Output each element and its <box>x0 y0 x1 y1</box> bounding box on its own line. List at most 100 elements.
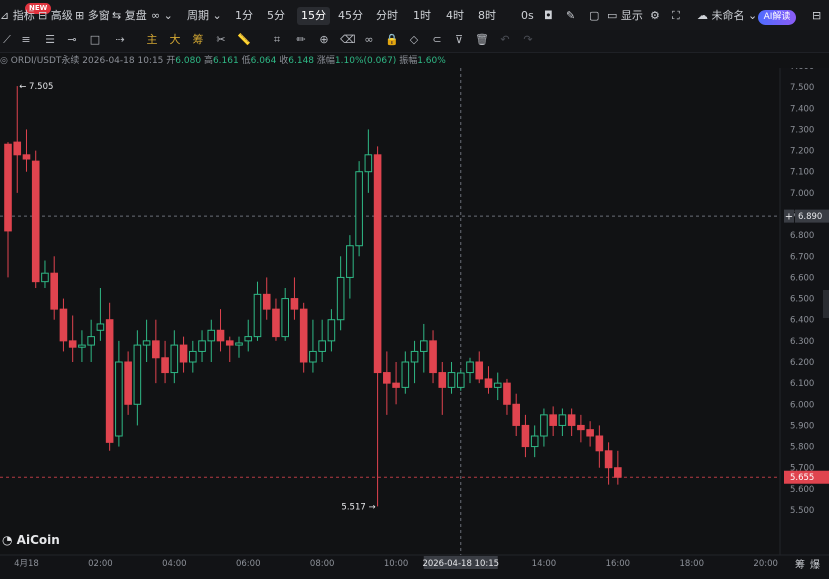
panel-toggle-icon[interactable]: ⊟ <box>812 8 821 24</box>
candlestick-chart[interactable]: 7.6007.5007.4007.3007.2007.1007.0006.900… <box>0 68 829 579</box>
undo-icon[interactable]: ↶ <box>498 33 512 47</box>
candle-body-down[interactable] <box>272 308 280 338</box>
ai-explain-button[interactable]: AI解读 <box>758 10 796 25</box>
chips-toggle[interactable]: 筹 <box>191 33 205 47</box>
candle-body-down[interactable] <box>438 372 447 388</box>
candle-body-up[interactable] <box>244 336 253 342</box>
rectangle-icon[interactable]: □ <box>88 33 102 47</box>
period-dropdown[interactable]: 周期 ⌄ <box>187 8 222 24</box>
arrow-icon[interactable]: ⇢ <box>113 33 127 47</box>
infinity-button[interactable]: ∞ ⌄ <box>151 8 173 24</box>
redo-icon[interactable]: ↷ <box>521 33 535 47</box>
trendline-icon[interactable]: ⟋ <box>0 33 14 47</box>
candle-body-down[interactable] <box>484 378 493 388</box>
candle-body-down[interactable] <box>299 308 308 363</box>
side-panel-handle[interactable] <box>823 290 829 318</box>
candle-body-up[interactable] <box>558 414 567 426</box>
candle-body-up[interactable] <box>346 245 354 278</box>
candle-body-up[interactable] <box>309 350 317 363</box>
settings-icon[interactable]: ⚙ <box>650 8 660 24</box>
candle-body-down[interactable] <box>586 429 594 437</box>
pencil-icon[interactable]: ✏ <box>294 33 308 47</box>
candle-body-up[interactable] <box>447 372 456 388</box>
crop-icon[interactable]: ⌗ <box>270 33 284 47</box>
interval-1m[interactable]: 1分 <box>235 8 253 24</box>
interval-15m[interactable]: 15分 <box>297 7 330 25</box>
multi-lines-icon[interactable]: ☰ <box>43 33 57 47</box>
candle-body-up[interactable] <box>401 361 410 388</box>
candle-body-down[interactable] <box>521 424 530 448</box>
candle-body-up[interactable] <box>115 361 123 437</box>
zoom-icon[interactable]: ⊕ <box>317 33 331 47</box>
candle-body-down[interactable] <box>503 382 511 405</box>
candle-body-up[interactable] <box>355 171 363 247</box>
candle-body-down[interactable] <box>13 141 22 156</box>
camera-icon[interactable]: ◘ <box>544 8 553 24</box>
candle-body-up[interactable] <box>96 323 105 331</box>
parallel-lines-icon[interactable]: ≡ <box>19 33 33 47</box>
collapse-icon[interactable]: ◎ <box>0 56 8 66</box>
candle-body-down[interactable] <box>22 154 31 160</box>
candle-body-up[interactable] <box>318 340 326 352</box>
candle-body-up[interactable] <box>364 154 373 173</box>
main-force-toggle[interactable]: 主 <box>145 33 159 47</box>
candle-body-up[interactable] <box>133 344 142 405</box>
candle-body-down[interactable] <box>567 414 576 426</box>
candle-body-up[interactable] <box>78 344 86 348</box>
candle-body-up[interactable] <box>540 414 548 437</box>
candle-body-down[interactable] <box>31 160 40 283</box>
visibility-icon[interactable]: ◇ <box>407 33 421 47</box>
candle-body-up[interactable] <box>493 382 502 388</box>
candle-body-up[interactable] <box>466 361 474 374</box>
link-icon[interactable]: ∞ <box>362 33 376 47</box>
candle-body-down[interactable] <box>577 424 585 431</box>
candle-body-up[interactable] <box>207 329 216 342</box>
candle-body-down[interactable] <box>124 361 132 405</box>
candle-body-down[interactable] <box>429 340 437 374</box>
filter-icon[interactable]: ⊽ <box>452 33 466 47</box>
candle-body-up[interactable] <box>281 298 289 338</box>
candle-body-down[interactable] <box>595 435 604 452</box>
candle-body-up[interactable] <box>41 272 49 283</box>
lock-icon[interactable]: 🔒 <box>385 33 399 47</box>
candle-body-up[interactable] <box>170 344 179 374</box>
big-order-toggle[interactable]: 大 <box>168 33 182 47</box>
display-button[interactable]: ▭ 显示 <box>607 8 643 24</box>
candle-body-up[interactable] <box>142 340 151 346</box>
candle-body-down[interactable] <box>105 319 114 443</box>
magnet-icon[interactable]: ⊂ <box>430 33 444 47</box>
candle-body-down[interactable] <box>50 272 59 310</box>
candle-body-up[interactable] <box>198 340 206 352</box>
candle-body-down[interactable] <box>475 361 484 380</box>
candle-body-down[interactable] <box>225 340 234 346</box>
edit-icon[interactable]: ✎ <box>566 8 575 24</box>
candle-body-up[interactable] <box>189 350 197 363</box>
candle-body-up[interactable] <box>530 435 539 448</box>
candle-body-down[interactable] <box>290 298 299 310</box>
countdown-button[interactable]: 0s <box>521 8 534 24</box>
candle-body-down[interactable] <box>549 414 557 426</box>
candle-body-up[interactable] <box>253 293 262 338</box>
candle-body-down[interactable] <box>373 154 382 374</box>
ruler-icon[interactable]: 📏 <box>237 33 251 47</box>
interval-timeline[interactable]: 分时 <box>376 8 398 24</box>
trash-icon[interactable]: 🗑 <box>475 33 489 47</box>
candle-body-up[interactable] <box>410 350 419 363</box>
candle-body-up[interactable] <box>327 319 336 342</box>
candle-body-up[interactable] <box>336 276 345 321</box>
interval-8h[interactable]: 8时 <box>478 8 496 24</box>
interval-1h[interactable]: 1时 <box>413 8 431 24</box>
candle-body-down[interactable] <box>216 329 225 342</box>
candle-body-down[interactable] <box>59 308 68 342</box>
multi-window-button[interactable]: ⊞ 多窗 <box>75 8 110 24</box>
candle-body-down[interactable] <box>383 372 391 384</box>
scissors-icon[interactable]: ✂ <box>214 33 228 47</box>
candle-body-up[interactable] <box>456 372 465 388</box>
candle-body-down[interactable] <box>68 340 77 348</box>
candle-body-up[interactable] <box>87 336 95 346</box>
candle-body-down[interactable] <box>604 450 613 469</box>
candle-body-down[interactable] <box>152 340 160 359</box>
layout-dropdown[interactable]: ☁ 未命名 ⌄ <box>697 8 757 24</box>
candle-body-up[interactable] <box>420 340 428 352</box>
candle-body-up[interactable] <box>235 342 243 346</box>
